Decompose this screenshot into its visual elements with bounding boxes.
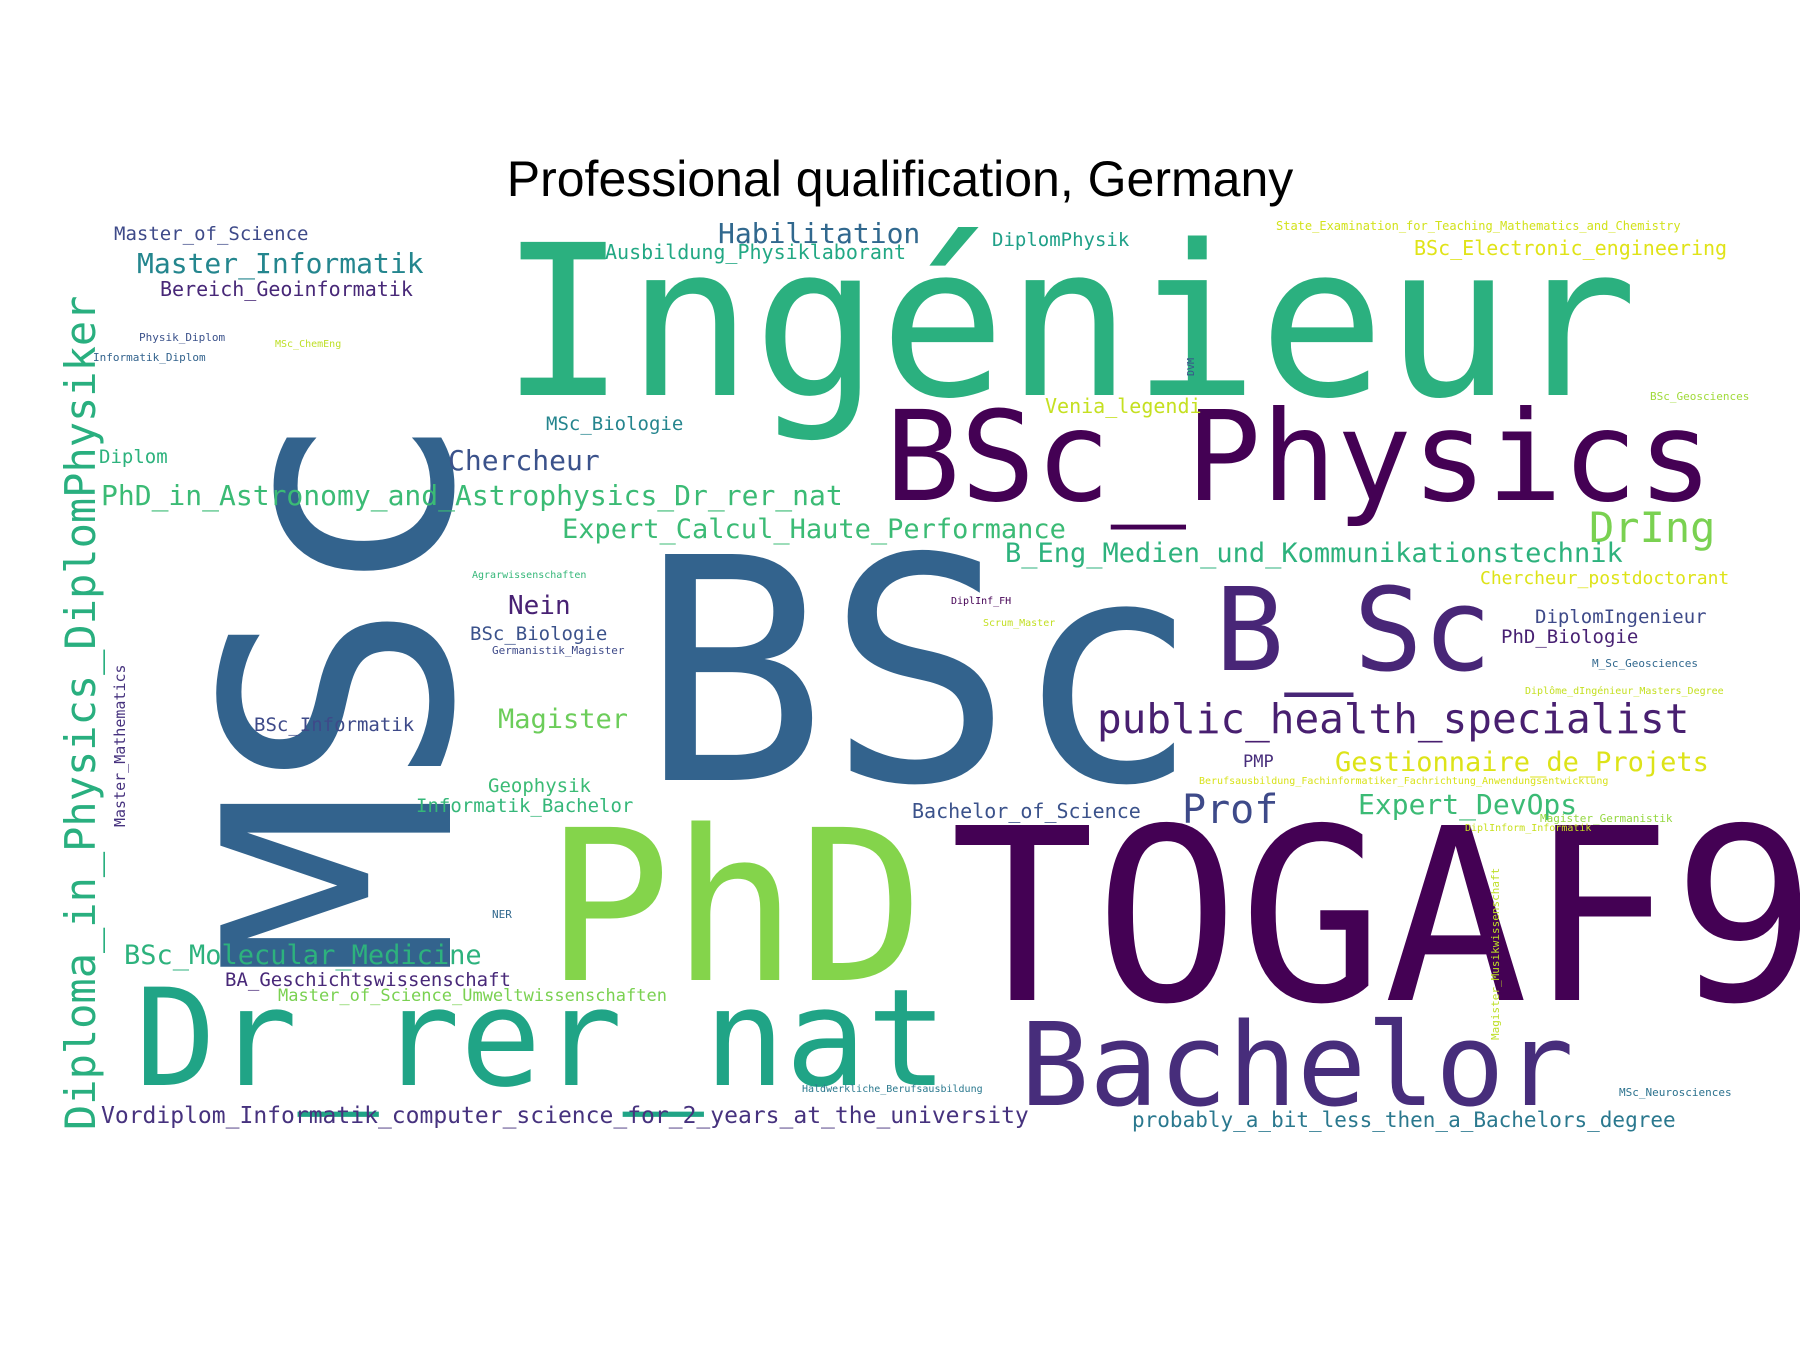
word-master-of-science: Master_of_Science [114,223,308,245]
word-master-mathematics: Master_Mathematics [111,664,129,827]
word-geophysik: Geophysik [488,775,592,797]
word-magister-germanistik: Magister_Germanistik [1540,812,1673,825]
word-venia-legendi: Venia_legendi [1045,394,1202,418]
word-diplinf-fh: DiplInf_FH [951,596,1011,607]
word-bsc-molecular-medicine: BSc_Molecular_Medicine [124,940,482,971]
word-master-informatik: Master_Informatik [137,247,424,281]
word-probably-a-bit-less-then-a-bachelors-degree: probably_a_bit_less_then_a_Bachelors_deg… [1132,1108,1676,1132]
word-berufsausbildung-fachinformatiker-fachrichtung-anwendungsentwicklung: Berufsausbildung_Fachinformatiker_Fachri… [1199,776,1608,787]
word-expert-calcul-haute-performance: Expert_Calcul_Haute_Performance [562,514,1066,545]
word-bsc-geosciences: BSc_Geosciences [1650,390,1749,403]
word-ausbildung-physiklaborant: Ausbildung_Physiklaborant [605,240,906,264]
word-diploma-in-physics-diplomphysiker: Diploma_in_Physics_DiplomPhysiker [56,296,105,1130]
word-physik-diplom: Physik_Diplom [139,331,225,344]
word-scrum-master: Scrum_Master [983,618,1055,629]
word-bsc-informatik: BSc_Informatik [254,714,415,736]
word-public-health-specialist: public_health_specialist [1097,695,1689,743]
word-b-sc: B_Sc [1215,564,1492,698]
word-phd-biologie: PhD_Biologie [1501,626,1638,648]
word-informatik-diplom: Informatik_Diplom [93,351,206,364]
word-msc-biologie: MSc_Biologie [546,413,683,435]
word-diplom: Diplom [99,446,168,468]
word-pmp: PMP [1243,752,1274,772]
word-msc-neurosciences: MSc_Neurosciences [1619,1086,1732,1099]
word-bsc-electronic-engineering: BSc_Electronic_engineering [1414,236,1727,260]
word-b-eng-medien-und-kommunikationstechnik: B_Eng_Medien_und_Kommunikationstechnik [1005,538,1623,569]
word-informatik-bachelor: Informatik_Bachelor [416,795,633,817]
word-agrarwissenschaften: Agrarwissenschaften [472,570,586,581]
word-haldwerkliche-berufsausbildung: Haldwerkliche_Berufsausbildung [802,1084,983,1095]
word-bachelor-of-science: Bachelor_of_Science [912,799,1141,823]
word-cloud: IngénieurMSc BScTOGAF9PhDBSc_PhysicsDr_re… [56,200,1800,1133]
word-diplome-dingenieur-masters-degree: Diplôme_dIngénieur_Masters_Degree [1525,685,1724,697]
word-diplomingenieur: DiplomIngenieur [1535,606,1707,628]
word-nein: Nein [508,591,571,621]
word-bereich-geoinformatik: Bereich_Geoinformatik [160,277,413,301]
word-vordiplom-informatik-computer-science-for-2-years-at-the-university: Vordiplom_Informatik_computer_science_fo… [101,1103,1029,1129]
word-phd-in-astronomy-and-astrophysics-dr-rer-nat: PhD_in_Astronomy_and_Astrophysics_Dr_rer… [101,479,843,513]
word-bsc-biologie: BSc_Biologie [470,623,607,645]
word-dvm: DVM [1186,358,1197,376]
word-m-sc-geosciences: M_Sc_Geosciences [1592,657,1698,670]
figure: Professional qualification, Germany Ingé… [0,0,1800,1350]
word-germanistik-magister: Germanistik_Magister [492,644,625,657]
word-diplomphysik: DiplomPhysik [992,229,1130,251]
word-chercheur-postdoctorant: Chercheur_postdoctorant [1480,568,1729,589]
word-ner: NER [492,908,512,921]
word-msc-chemeng: MSc_ChemEng [275,339,341,350]
word-chercheur: Chercheur [448,444,600,477]
word-gestionnaire-de-projets: Gestionnaire_de_Projets [1335,747,1709,778]
word-prof: Prof [1182,787,1278,833]
word-magister: Magister [498,704,628,735]
word-magister-musikwissenschaft: Magister_Musikwissenschaft [1489,868,1502,1040]
word-state-examination-for-teaching-mathematics-and-chemistry: State_Examination_for_Teaching_Mathemati… [1276,219,1681,233]
word-master-of-science-umweltwissenschaften: Master_of_Science_Umweltwissenschaften [278,986,667,1006]
